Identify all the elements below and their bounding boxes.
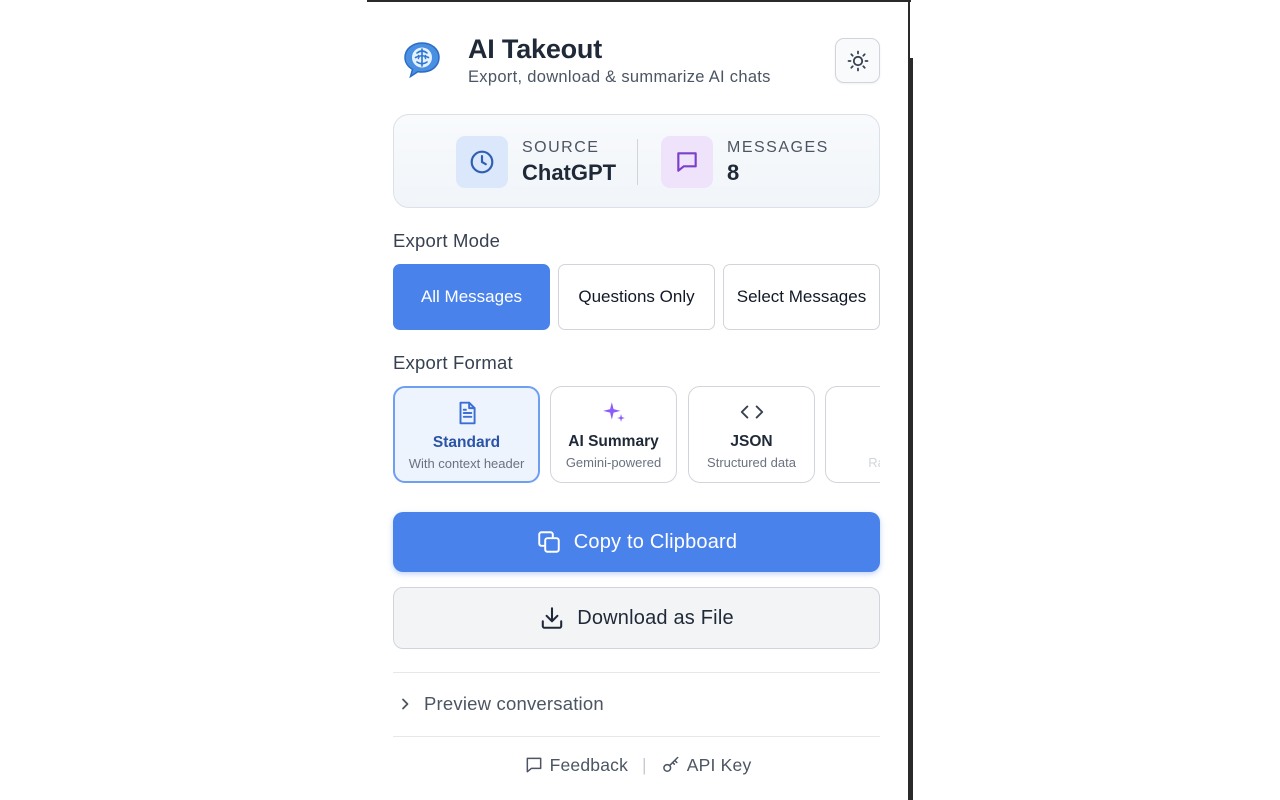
extension-popup: AI Takeout Export, download & summarize …	[367, 2, 908, 800]
page-background	[910, 0, 1280, 800]
brain-speech-bubble-icon	[403, 40, 441, 80]
messages-icon-box	[661, 136, 713, 188]
format-ai-summary-desc: Gemini-powered	[565, 455, 662, 470]
stats-divider	[637, 139, 638, 185]
message-square-icon	[526, 757, 541, 773]
copy-icon	[536, 529, 562, 555]
format-raw-desc: Raw m	[868, 455, 880, 470]
format-standard-card[interactable]: Standard With context header	[393, 386, 540, 483]
messages-label: MESSAGES	[727, 139, 829, 156]
format-options-scroller[interactable]: Standard With context header AI Summary …	[393, 386, 880, 484]
format-json-title: JSON	[730, 433, 773, 450]
download-as-file-button[interactable]: Download as File	[393, 587, 880, 649]
preview-conversation-toggle[interactable]: Preview conversation	[393, 686, 880, 722]
file-text-icon	[454, 400, 480, 426]
window-right-edge	[908, 0, 910, 58]
message-square-icon	[677, 152, 697, 172]
clock-icon	[470, 150, 494, 174]
format-ai-summary-card[interactable]: AI Summary Gemini-powered	[550, 386, 677, 483]
feedback-label: Feedback	[549, 754, 629, 775]
api-key-label: API Key	[686, 754, 752, 775]
format-standard-title: Standard	[432, 434, 501, 451]
mode-questions-only-button[interactable]: Questions Only	[558, 264, 715, 330]
key-icon	[662, 756, 679, 772]
format-json-card[interactable]: JSON Structured data	[688, 386, 815, 483]
feedback-link[interactable]: Feedback	[524, 755, 628, 776]
copy-button-label: Copy to Clipboard	[573, 530, 738, 553]
source-value: ChatGPT	[522, 160, 617, 185]
format-ai-summary-title: AI Summary	[568, 433, 659, 450]
download-icon	[539, 605, 565, 631]
footer-separator: |	[642, 754, 647, 775]
format-standard-desc: With context header	[408, 456, 525, 471]
sun-icon	[847, 50, 868, 71]
sparkles-icon	[601, 399, 627, 425]
export-mode-label: Export Mode	[393, 230, 501, 251]
app-title: AI Takeout	[468, 34, 603, 64]
theme-toggle-button[interactable]	[835, 38, 880, 83]
divider-top	[393, 672, 880, 673]
export-format-label: Export Format	[393, 352, 513, 373]
mode-all-messages-button[interactable]: All Messages	[393, 264, 550, 330]
footer: Feedback | API Key	[367, 750, 908, 780]
source-label: SOURCE	[522, 139, 600, 156]
stats-card: SOURCE ChatGPT MESSAGES 8	[393, 114, 880, 208]
window-scrollbar-edge	[908, 58, 913, 800]
source-icon-box	[456, 136, 508, 188]
format-json-desc: Structured data	[707, 455, 796, 470]
copy-to-clipboard-button[interactable]: Copy to Clipboard	[393, 512, 880, 572]
code-icon	[739, 399, 765, 425]
app-subtitle: Export, download & summarize AI chats	[468, 68, 771, 86]
preview-label: Preview conversation	[424, 693, 604, 714]
mode-select-messages-button[interactable]: Select Messages	[723, 264, 880, 330]
format-raw-title: C	[826, 433, 880, 451]
api-key-link[interactable]: API Key	[661, 755, 752, 776]
divider-bottom	[393, 736, 880, 737]
messages-value: 8	[727, 160, 740, 185]
format-raw-card[interactable]: C Raw m	[825, 386, 880, 483]
download-button-label: Download as File	[577, 606, 734, 629]
chevron-right-icon	[397, 696, 419, 712]
